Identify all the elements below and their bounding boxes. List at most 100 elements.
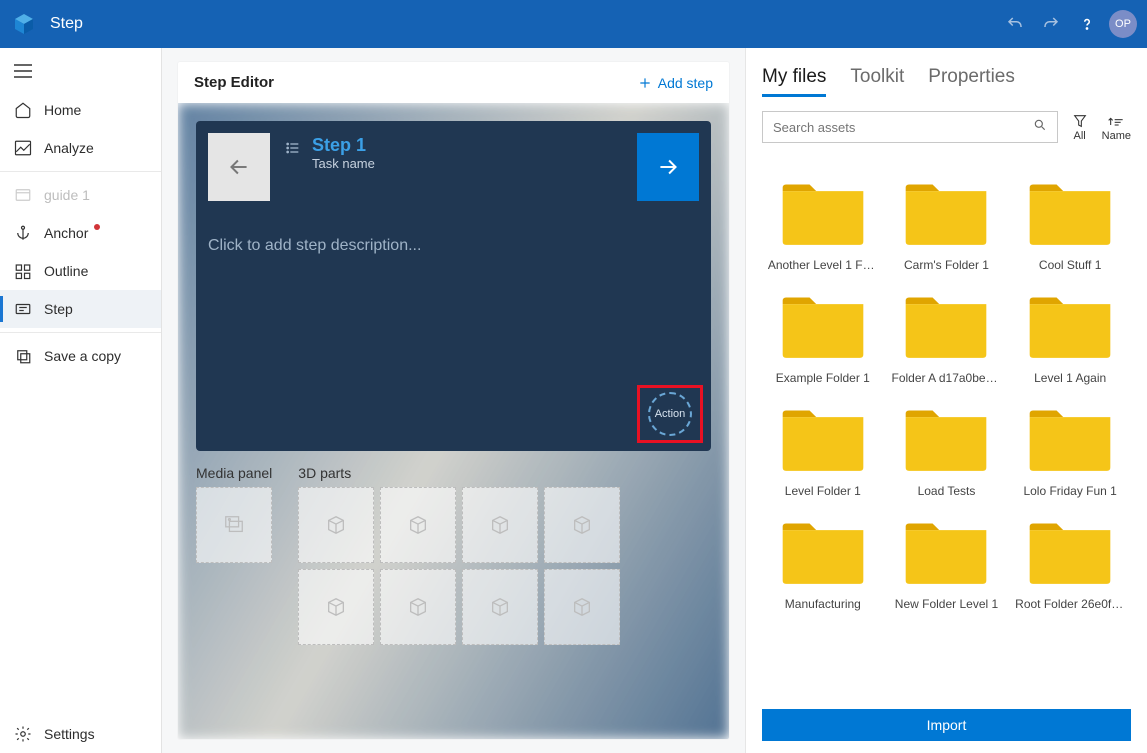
parts-slot[interactable] bbox=[380, 487, 456, 563]
task-name[interactable]: Task name bbox=[312, 156, 375, 171]
sidebar-item-label: Settings bbox=[44, 726, 95, 742]
parts-panel-label: 3D parts bbox=[298, 465, 620, 481]
notification-dot-icon bbox=[94, 224, 100, 230]
sort-icon bbox=[1102, 112, 1131, 130]
folder-item[interactable]: Example Folder 1 bbox=[768, 292, 878, 385]
undo-icon[interactable] bbox=[1001, 10, 1029, 38]
folder-name: New Folder Level 1 bbox=[891, 597, 1001, 611]
menu-toggle[interactable] bbox=[0, 56, 161, 91]
tab-my-files[interactable]: My files bbox=[762, 66, 826, 97]
folder-name: Another Level 1 Folder bbox=[768, 258, 878, 272]
parts-slot[interactable] bbox=[380, 569, 456, 645]
folder-name: Cool Stuff 1 bbox=[1015, 258, 1125, 272]
parts-slot[interactable] bbox=[544, 487, 620, 563]
import-button[interactable]: Import bbox=[762, 709, 1131, 741]
outline-icon bbox=[14, 262, 32, 280]
folder-item[interactable]: Root Folder 26e0f22... bbox=[1015, 518, 1125, 611]
sidebar-item-label: Home bbox=[44, 102, 81, 118]
redo-icon[interactable] bbox=[1037, 10, 1065, 38]
media-panel: Media panel bbox=[196, 465, 272, 645]
parts-panel: 3D parts bbox=[298, 465, 620, 645]
media-slot[interactable] bbox=[196, 487, 272, 563]
sidebar-item-label: guide 1 bbox=[44, 187, 90, 203]
search-icon[interactable] bbox=[1033, 118, 1047, 137]
parts-slot[interactable] bbox=[298, 487, 374, 563]
folder-item[interactable]: Manufacturing bbox=[768, 518, 878, 611]
sidebar-item-guide[interactable]: guide 1 bbox=[0, 176, 161, 214]
action-slot-highlight: Action bbox=[637, 385, 703, 443]
guide-icon bbox=[14, 186, 32, 204]
anchor-icon bbox=[14, 224, 32, 242]
sidebar-item-label: Outline bbox=[44, 263, 88, 279]
sidebar-item-home[interactable]: Home bbox=[0, 91, 161, 129]
help-icon[interactable] bbox=[1073, 10, 1101, 38]
folder-name: Carm's Folder 1 bbox=[891, 258, 1001, 272]
sidebar-item-anchor[interactable]: Anchor bbox=[0, 214, 161, 252]
next-step-button[interactable] bbox=[637, 133, 699, 201]
app-title: Step bbox=[50, 15, 1001, 33]
header-actions: OP bbox=[1001, 10, 1137, 38]
filter-all-label: All bbox=[1072, 130, 1088, 142]
add-step-label: Add step bbox=[658, 75, 713, 91]
left-sidebar: Home Analyze guide 1 Anchor Outline Step… bbox=[0, 48, 162, 753]
sidebar-item-label: Analyze bbox=[44, 140, 94, 156]
right-tabs: My files Toolkit Properties bbox=[762, 48, 1131, 105]
folder-name: Folder A d17a0bee-d... bbox=[891, 371, 1001, 385]
folder-item[interactable]: New Folder Level 1 bbox=[891, 518, 1001, 611]
import-label: Import bbox=[927, 717, 967, 733]
tab-properties[interactable]: Properties bbox=[928, 66, 1015, 97]
parts-slot[interactable] bbox=[298, 569, 374, 645]
search-input[interactable] bbox=[773, 120, 1033, 135]
folder-item[interactable]: Folder A d17a0bee-d... bbox=[891, 292, 1001, 385]
save-copy-icon bbox=[14, 347, 32, 365]
folder-name: Level 1 Again bbox=[1015, 371, 1125, 385]
folder-name: Lolo Friday Fun 1 bbox=[1015, 484, 1125, 498]
action-dropzone[interactable]: Action bbox=[648, 392, 692, 436]
folder-item[interactable]: Level 1 Again bbox=[1015, 292, 1125, 385]
folder-name: Root Folder 26e0f22... bbox=[1015, 597, 1125, 611]
app-header: Step OP bbox=[0, 0, 1147, 48]
folder-name: Level Folder 1 bbox=[768, 484, 878, 498]
folder-item[interactable]: Another Level 1 Folder bbox=[768, 179, 878, 272]
folder-name: Example Folder 1 bbox=[768, 371, 878, 385]
folders-grid: Another Level 1 Folder Carm's Folder 1 Coo… bbox=[762, 143, 1131, 703]
sidebar-item-analyze[interactable]: Analyze bbox=[0, 129, 161, 167]
sidebar-item-label: Step bbox=[44, 301, 73, 317]
folder-name: Load Tests bbox=[891, 484, 1001, 498]
folder-item[interactable]: Level Folder 1 bbox=[768, 405, 878, 498]
gear-icon bbox=[14, 725, 32, 743]
sort-name[interactable]: Name bbox=[1102, 112, 1131, 142]
filter-all[interactable]: All bbox=[1072, 112, 1088, 142]
action-label: Action bbox=[655, 408, 686, 420]
app-logo-icon bbox=[10, 10, 38, 38]
sidebar-item-outline[interactable]: Outline bbox=[0, 252, 161, 290]
search-field[interactable] bbox=[762, 111, 1058, 143]
user-avatar[interactable]: OP bbox=[1109, 10, 1137, 38]
step-name[interactable]: Step 1 bbox=[312, 135, 375, 156]
media-panel-label: Media panel bbox=[196, 465, 272, 481]
add-step-button[interactable]: Add step bbox=[638, 75, 713, 91]
sort-label: Name bbox=[1102, 130, 1131, 142]
step-description-input[interactable]: Click to add step description... bbox=[196, 213, 711, 255]
sidebar-item-label: Anchor bbox=[44, 225, 88, 241]
parts-slot[interactable] bbox=[544, 569, 620, 645]
folder-item[interactable]: Load Tests bbox=[891, 405, 1001, 498]
editor-title: Step Editor bbox=[194, 74, 274, 91]
filter-icon bbox=[1072, 112, 1088, 130]
editor-header: Step Editor Add step bbox=[178, 62, 729, 103]
parts-slot[interactable] bbox=[462, 487, 538, 563]
sidebar-item-step[interactable]: Step bbox=[0, 290, 161, 328]
analyze-icon bbox=[14, 139, 32, 157]
sidebar-item-save-copy[interactable]: Save a copy bbox=[0, 337, 161, 375]
folder-item[interactable]: Lolo Friday Fun 1 bbox=[1015, 405, 1125, 498]
folder-name: Manufacturing bbox=[768, 597, 878, 611]
sidebar-item-settings[interactable]: Settings bbox=[0, 715, 161, 753]
folder-item[interactable]: Carm's Folder 1 bbox=[891, 179, 1001, 272]
parts-slot[interactable] bbox=[462, 569, 538, 645]
home-icon bbox=[14, 101, 32, 119]
list-icon bbox=[284, 139, 302, 157]
right-panel: My files Toolkit Properties All Name Ano… bbox=[745, 48, 1147, 753]
folder-item[interactable]: Cool Stuff 1 bbox=[1015, 179, 1125, 272]
prev-step-button[interactable] bbox=[208, 133, 270, 201]
tab-toolkit[interactable]: Toolkit bbox=[850, 66, 904, 97]
